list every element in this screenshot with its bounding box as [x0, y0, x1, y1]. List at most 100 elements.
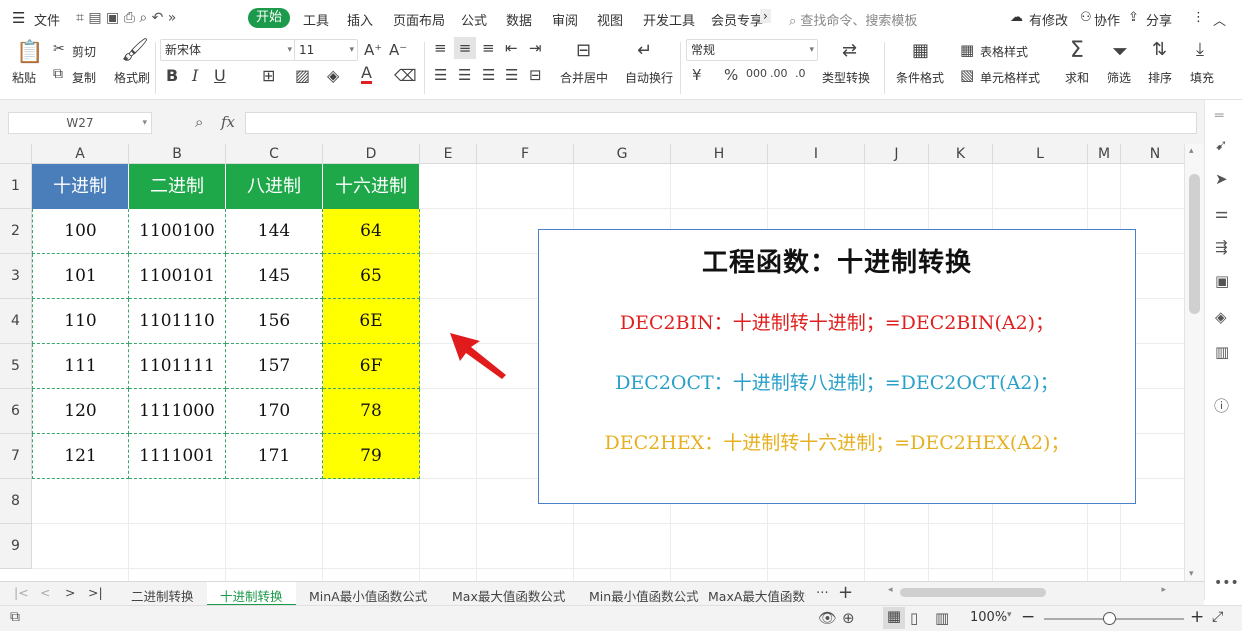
scroll-up-icon[interactable]: ▴ — [1189, 146, 1194, 156]
zoom-in-icon[interactable]: + — [1190, 607, 1204, 627]
column-header[interactable]: L — [993, 144, 1088, 164]
copy-icon[interactable]: ⧉ — [53, 66, 63, 82]
wrap-text-icon[interactable]: ↵ — [637, 40, 652, 61]
table-cell[interactable]: 6E — [323, 299, 420, 344]
column-header[interactable]: J — [865, 144, 929, 164]
prev-sheet-icon[interactable]: < — [40, 585, 50, 600]
menu-item-insert[interactable]: 插入 — [347, 10, 373, 29]
modified-status[interactable]: 有修改 — [1029, 10, 1068, 29]
sidebar-handle-icon[interactable]: ═ — [1215, 108, 1223, 124]
bold-icon[interactable]: B — [166, 66, 178, 85]
column-header[interactable]: C — [226, 144, 323, 164]
more-dots-icon[interactable]: ••• — [1214, 575, 1239, 591]
merge-center-button[interactable]: 合并居中 — [560, 69, 608, 86]
more-sheets-icon[interactable]: ⋯ — [816, 584, 829, 599]
table-header-cell[interactable]: 十进制 — [32, 164, 129, 209]
scissors-icon[interactable]: ✂ — [53, 41, 65, 57]
more-icon[interactable]: ⋮ — [1192, 10, 1205, 25]
table-style-button[interactable]: 表格样式 — [980, 43, 1028, 60]
table-cell[interactable]: 79 — [323, 434, 420, 479]
table-cell[interactable]: 101 — [32, 254, 129, 299]
name-box[interactable]: W27 ▾ — [8, 112, 152, 134]
underline-icon[interactable]: U — [214, 66, 226, 85]
align-top-icon[interactable]: ≡ — [434, 39, 447, 57]
table-cell[interactable]: 1111000 — [129, 389, 226, 434]
column-header[interactable]: B — [129, 144, 226, 164]
table-cell[interactable]: 65 — [323, 254, 420, 299]
horizontal-scrollbar[interactable]: ◂ ▸ — [880, 585, 1174, 600]
column-header[interactable]: M — [1088, 144, 1121, 164]
add-sheet-icon[interactable]: + — [838, 582, 853, 603]
menu-item-developer[interactable]: 开发工具 — [643, 10, 695, 29]
justify-icon[interactable]: ☰ — [505, 66, 518, 84]
menu-item-member[interactable]: 会员专享 — [711, 10, 763, 29]
table-cell[interactable]: 110 — [32, 299, 129, 344]
page-break-icon[interactable]: ▥ — [935, 609, 949, 627]
next-sheet-icon[interactable]: > — [65, 585, 75, 600]
decrease-decimal-icon[interactable]: .0 — [795, 67, 806, 80]
indent-increase-icon[interactable]: ⇥ — [529, 39, 542, 57]
table-cell[interactable]: 100 — [32, 209, 129, 254]
menu-item-data[interactable]: 数据 — [506, 10, 532, 29]
column-header[interactable]: N — [1121, 144, 1184, 164]
sheet-tab-binary[interactable]: 二进制转换 — [131, 586, 194, 605]
column-header[interactable]: K — [929, 144, 993, 164]
table-cell[interactable]: 121 — [32, 434, 129, 479]
format-painter-icon[interactable]: 🖌 — [121, 38, 149, 63]
column-header[interactable]: G — [574, 144, 671, 164]
vertical-scroll-thumb[interactable] — [1189, 174, 1200, 314]
paste-icon[interactable]: 📋 — [16, 40, 43, 65]
eraser-icon[interactable]: ⌫ — [394, 66, 417, 85]
align-left-icon[interactable]: ☰ — [434, 66, 447, 84]
table-cell[interactable]: 145 — [226, 254, 323, 299]
sheet-tab-max[interactable]: Max最大值函数公式 — [452, 586, 565, 605]
menu-item-view[interactable]: 视图 — [597, 10, 623, 29]
table-cell[interactable]: 171 — [226, 434, 323, 479]
table-cell[interactable]: 1111001 — [129, 434, 226, 479]
flow-icon[interactable]: ⇶ — [1215, 238, 1228, 256]
menu-item-tools[interactable]: 工具 — [303, 10, 329, 29]
column-header[interactable]: A — [32, 144, 129, 164]
type-convert-icon[interactable]: ⇄ — [842, 40, 857, 61]
align-bottom-icon[interactable]: ≡ — [482, 39, 495, 57]
cell-style-button[interactable]: 单元格样式 — [980, 69, 1040, 86]
copy-button[interactable]: 复制 — [72, 69, 96, 86]
table-cell[interactable]: 156 — [226, 299, 323, 344]
row-header[interactable]: 4 — [0, 299, 32, 344]
percent-icon[interactable]: % — [724, 66, 738, 84]
table-cell[interactable]: 1100100 — [129, 209, 226, 254]
cut-button[interactable]: 剪切 — [72, 43, 96, 60]
image-icon[interactable]: ▣ — [1215, 272, 1229, 290]
zoom-level[interactable]: 100% — [970, 610, 1007, 625]
sort-icon[interactable]: ⇅ — [1152, 39, 1167, 60]
filter-icon[interactable]: ⏷ — [1112, 39, 1128, 63]
help-icon[interactable]: ⓘ — [1214, 395, 1229, 416]
cursor-icon[interactable]: ➤ — [1215, 170, 1228, 188]
fullscreen-icon[interactable]: ⤢ — [1212, 609, 1223, 625]
increase-decimal-icon[interactable]: .00 — [770, 67, 788, 80]
table-cell[interactable]: 1101111 — [129, 344, 226, 389]
menu-item-layout[interactable]: 页面布局 — [393, 10, 445, 29]
sum-icon[interactable]: Σ — [1070, 38, 1084, 63]
scroll-right-icon[interactable]: ▸ — [1161, 585, 1166, 595]
table-cell[interactable]: 64 — [323, 209, 420, 254]
wrap-text-button[interactable]: 自动换行 — [625, 69, 673, 86]
menu-item-review[interactable]: 审阅 — [552, 10, 578, 29]
type-convert-button[interactable]: 类型转换 — [822, 69, 870, 86]
table-style-icon[interactable]: ▦ — [960, 41, 974, 59]
cell-style-icon[interactable]: ▧ — [960, 66, 974, 84]
search-box[interactable]: ⌕ 查找命令、搜索模板 — [789, 10, 917, 29]
input-method-icon[interactable]: ⊕ — [842, 609, 855, 627]
sheet-tab-maxa[interactable]: MaxA最大值函数公 — [708, 586, 806, 605]
align-middle-icon[interactable]: ≡ — [454, 37, 476, 59]
table-cell[interactable]: 144 — [226, 209, 323, 254]
zoom-slider-thumb[interactable] — [1103, 612, 1116, 625]
fx-button[interactable]: fx — [221, 113, 235, 131]
table-cell[interactable]: 120 — [32, 389, 129, 434]
vertical-scrollbar[interactable]: ▴ ▾ — [1184, 144, 1204, 581]
fill-button[interactable]: 填充 — [1190, 69, 1214, 86]
hamburger-icon[interactable]: ☰ — [12, 9, 25, 27]
menu-file[interactable]: 文件 — [34, 10, 60, 29]
row-header[interactable]: 1 — [0, 164, 32, 209]
align-center-icon[interactable]: ☰ — [458, 66, 471, 84]
